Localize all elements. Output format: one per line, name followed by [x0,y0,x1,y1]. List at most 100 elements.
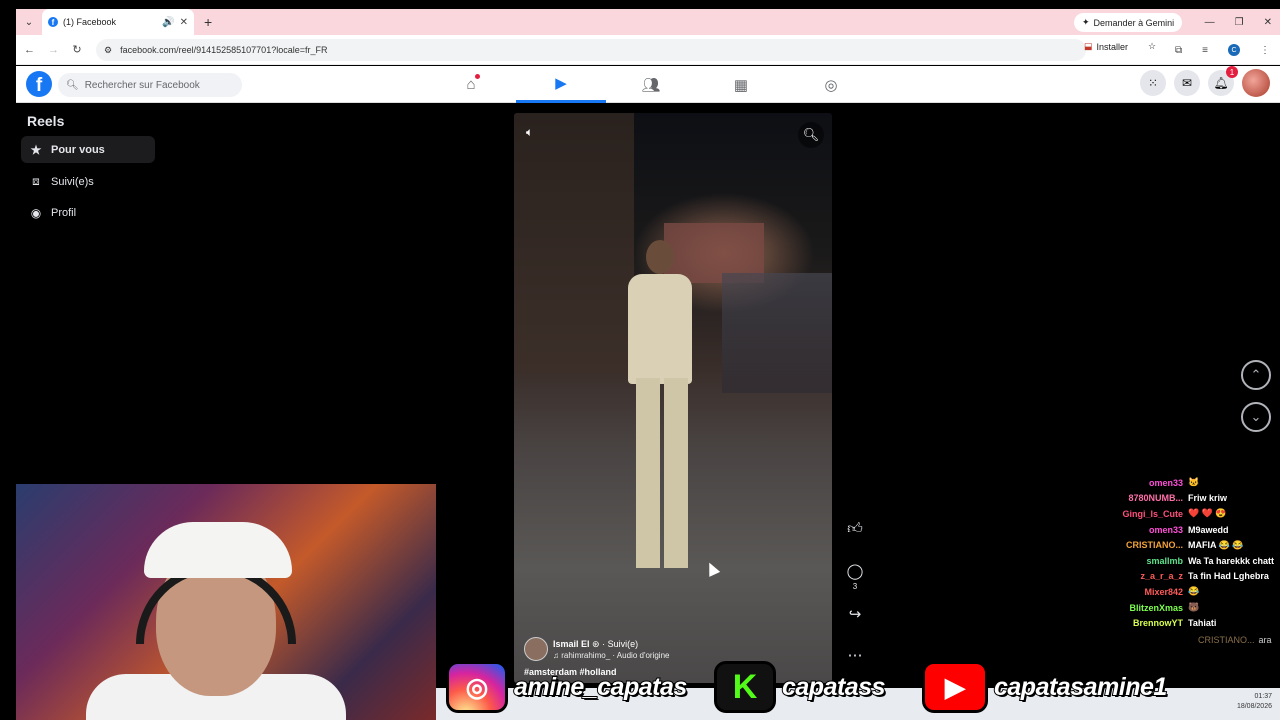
kick-icon: K [714,661,776,713]
chat-line: omen33 🐱 [1076,475,1276,491]
menu-grid-icon[interactable]: ⁙ [1140,70,1166,96]
following-icon: ⧈ [32,174,40,188]
messenger-icon[interactable]: ✉ [1174,70,1200,96]
close-window-icon[interactable]: ✕ [1264,17,1272,28]
nav-dashboard-icon[interactable]: ▦ [696,66,786,103]
chat-user: CRISTIANO... [1198,635,1255,645]
media-controls-icon[interactable]: ≡ [1202,45,1208,56]
gemini-button[interactable]: ✦ Demander à Gemini [1074,13,1183,32]
forward-icon[interactable]: → [48,44,59,56]
facebook-favicon-icon: f [48,17,58,27]
tab-audio-icon[interactable]: 🔊 [162,17,174,28]
instagram-handle: ◎ amine_capatas [446,661,688,713]
browser-tab-facebook[interactable]: f (1) Facebook 🔊 ✕ [42,9,194,35]
tab-close-icon[interactable]: ✕ [180,17,188,28]
url-text: facebook.com/reel/914152585107701?locale… [120,45,328,55]
video-scene-crowd [722,273,832,393]
chat-user: BrennowYT [1132,618,1183,629]
tab-search-icon[interactable]: ⌄ [16,9,42,35]
browser-tab-strip: ⌄ f (1) Facebook 🔊 ✕ + ✦ Demander à Gemi… [16,9,1280,35]
chat-message: 😂 [1188,586,1200,597]
restore-icon[interactable]: ❐ [1235,17,1244,28]
youtube-icon: ▶ [922,661,988,713]
instagram-label: amine_capatas [513,672,688,702]
nav-reels-icon[interactable]: ▶ [516,66,606,103]
browser-toolbar-icons: ⧉ ≡ C ⋮ [1175,35,1270,65]
kick-handle: K capatass [714,661,887,713]
sidebar-item-label: Pour vous [51,143,105,156]
next-reel-button[interactable]: ⌄ [1241,402,1271,432]
nav-home-icon[interactable]: ⌂ [426,66,516,103]
install-app-button[interactable]: ⬓ Installer ☆ [1084,41,1156,52]
gemini-label: Demander à Gemini [1093,17,1175,28]
chat-line: CRISTIANO... MAFIA 😂 😂 [1076,537,1276,553]
minimize-icon[interactable]: — [1205,17,1215,28]
taskbar-time: 01:37 [1254,693,1272,700]
reel-author-name[interactable]: Ismail El [553,639,590,649]
chat-user: omen33 [1148,524,1183,535]
webcam-overlay [16,484,436,720]
chat-message: ara [1258,635,1272,645]
comment-icon[interactable]: ◯ [844,562,866,580]
chat-user: CRISTIANO... [1125,540,1183,551]
account-avatar[interactable] [1242,69,1270,97]
url-bar[interactable]: ⚙ facebook.com/reel/914152585107701?loca… [96,39,1086,61]
like-icon[interactable]: 👍︎ [844,520,866,538]
reel-search-icon[interactable]: 🔍︎ [798,122,824,148]
facebook-header-actions: ⁙ ✉ 🔔︎ 1 [1140,66,1270,97]
chat-message: Tahiati [1188,618,1217,629]
chat-line: BlitzenXmas 🐻 [1076,600,1276,616]
chat-user: z_a_r_a_z [1140,571,1183,582]
facebook-logo[interactable]: f [26,71,52,97]
chat-line: smallmb Wa Ta harekkk chatt [1076,553,1276,569]
volume-icon[interactable]: 🔈︎ [526,125,533,140]
facebook-header: f 🔍︎ Rechercher sur Facebook ⌂ ▶ 👥︎ ▦ ◎ … [16,66,1280,103]
reload-icon[interactable]: ↻ [72,43,82,56]
music-note-icon: ♫ [553,650,562,660]
facebook-main-nav: ⌂ ▶ 👥︎ ▦ ◎ [426,66,876,103]
site-info-icon[interactable]: ⚙ [104,45,112,56]
bookmark-star-icon[interactable]: ☆ [1148,41,1156,52]
new-tab-button[interactable]: + [204,14,212,30]
share-icon[interactable]: ↪ [844,605,866,623]
notifications-badge: 1 [1226,66,1238,78]
follow-state[interactable]: · Suivi(e) [602,639,638,649]
reel-video[interactable]: 🔈︎ 🔍︎ Ismail El ⊛ · Suivi(e) ♫ rahimrahi… [514,113,832,683]
browser-menu-icon[interactable]: ⋮ [1260,45,1270,56]
tab-title: (1) Facebook [63,17,117,27]
facebook-search-input[interactable]: 🔍︎ Rechercher sur Facebook [58,73,242,97]
chat-user: smallmb [1146,555,1183,566]
search-icon: 🔍︎ [66,79,79,91]
reel-author-avatar[interactable] [524,637,548,661]
chat-message: MAFIA 😂 😂 [1188,539,1244,550]
chat-user: Mixer842 [1144,586,1183,597]
reel-audio[interactable]: rahimrahimo_ · Audio d'origine [561,651,669,660]
browser-profile-avatar[interactable]: C [1228,44,1240,56]
search-placeholder: Rechercher sur Facebook [84,79,200,91]
stream-chat: omen33 🐱 8780NUMB... Friw kriw Gingi_ls_Cute… [1076,475,1276,631]
verified-icon: ⊛ [592,638,603,649]
chat-message: M9awedd [1188,524,1229,535]
chat-line-faded: CRISTIANO... ara [1198,635,1272,645]
chat-message: 🐱 [1188,477,1200,488]
chat-line: omen33 M9awedd [1076,522,1276,538]
nav-friends-icon[interactable]: 👥︎ [606,66,696,103]
nav-groups-icon[interactable]: ◎ [786,66,876,103]
chat-user: BlitzenXmas [1129,602,1183,613]
chat-user: omen33 [1148,477,1183,488]
chat-line: Mixer842 😂 [1076,584,1276,600]
sidebar-item-pour-vous[interactable]: ★ Pour vous [21,136,155,163]
back-icon[interactable]: ← [24,44,35,56]
extensions-icon[interactable]: ⧉ [1175,45,1182,56]
profile-icon: ◉ [30,205,42,220]
taskbar-date: 18/08/2026 [1236,703,1272,710]
sidebar-item-profil[interactable]: ◉ Profil [21,199,155,226]
chat-message: Friw kriw [1188,493,1228,504]
chat-message: Wa Ta harekkk chatt [1188,555,1275,566]
chat-user: 8780NUMB... [1128,493,1183,504]
notifications-bell-icon[interactable]: 🔔︎ 1 [1208,66,1238,96]
home-notification-dot [475,74,480,79]
reels-title: Reels [27,113,65,129]
sidebar-item-suivis[interactable]: ⧈ Suivi(e)s [21,168,155,195]
previous-reel-button[interactable]: ⌃ [1241,360,1271,390]
